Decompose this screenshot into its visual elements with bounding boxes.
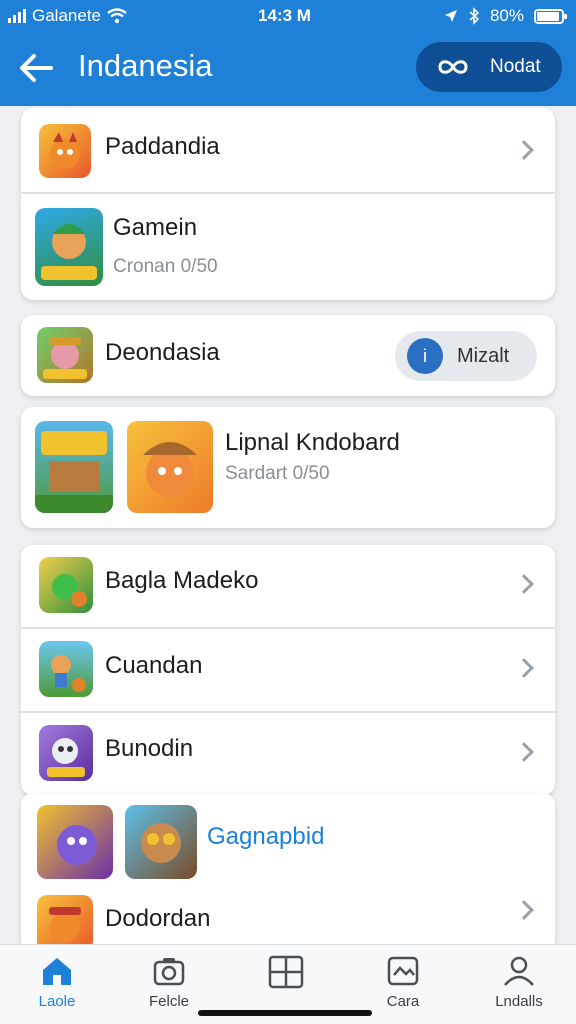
info-icon: i [407, 338, 443, 374]
list-item[interactable]: Bunodin [21, 713, 555, 795]
app-title: Cuandan [105, 652, 203, 679]
list-item[interactable]: Deondasia i Mizalt [21, 315, 555, 396]
battery-icon [534, 8, 567, 24]
app-thumbnail [37, 805, 113, 879]
battery-percent: 80% [489, 6, 524, 25]
nav-label: Lndalls [495, 993, 543, 1010]
app-title: Bagla Madeko [105, 567, 259, 594]
app-progress-text: Cronan 0/50 [113, 256, 218, 277]
grid-icon [268, 955, 304, 989]
app-card: Deondasia i Mizalt [21, 315, 555, 396]
app-progress-text: Sardart 0/50 [225, 463, 330, 484]
bluetooth-icon [469, 7, 480, 25]
nav-item-camera[interactable]: Felcle [124, 955, 214, 1010]
app-thumbnail [39, 641, 93, 697]
page-title: Indanesia [78, 48, 213, 83]
app-title: Lipnal Kndobard [225, 429, 400, 456]
arrow-left-icon [20, 54, 53, 82]
chevron-right-icon [514, 658, 534, 678]
app-thumbnail [39, 124, 91, 178]
list-item[interactable]: Lipnal Kndobard Sardart 0/50 [21, 407, 555, 528]
back-button[interactable] [14, 46, 58, 90]
app-header: Galanete 14:3 M 80% Indanesia Nodat [0, 0, 576, 106]
camera-icon [153, 958, 185, 986]
chevron-right-icon [514, 742, 534, 762]
gallery-icon [387, 956, 419, 986]
list-item[interactable]: Dodordan [21, 881, 555, 953]
app-title: Gamein [113, 214, 198, 241]
nav-label: Cara [386, 993, 420, 1010]
nav-item-profile[interactable]: Lndalls [474, 955, 564, 1010]
app-thumbnail [125, 805, 197, 879]
home-indicator[interactable] [198, 1010, 372, 1016]
app-card: Paddandia Gamein Cronan 0/50 [21, 108, 555, 300]
nav-label: Laole [38, 993, 76, 1010]
install-button-label: Mizalt [457, 344, 510, 367]
chevron-right-icon [514, 900, 534, 920]
app-thumbnail [127, 421, 213, 513]
carrier-label: Galanete [32, 6, 101, 25]
header-action-button[interactable]: Nodat [416, 42, 562, 92]
nav-item-home[interactable]: Laole [12, 955, 102, 1010]
list-item[interactable]: Cuandan [21, 629, 555, 711]
home-icon [43, 958, 71, 985]
app-thumbnail [35, 421, 113, 513]
signal-icon [8, 9, 26, 23]
list-item[interactable]: Paddandia [21, 108, 555, 192]
infinity-icon [438, 60, 468, 74]
chevron-right-icon [514, 574, 534, 594]
profile-icon [504, 956, 534, 986]
app-card: Lipnal Kndobard Sardart 0/50 [21, 407, 555, 528]
wifi-icon [107, 8, 127, 24]
app-card: Gagnapbid Dodordan [21, 793, 555, 953]
app-thumbnail [39, 557, 93, 613]
list-item[interactable]: Gagnapbid [21, 793, 555, 881]
chevron-right-icon [514, 140, 534, 160]
nav-label: Felcle [148, 993, 189, 1010]
nav-item-gallery[interactable]: Cara [358, 955, 448, 1010]
app-title: Deondasia [105, 339, 220, 366]
list-item[interactable]: Gamein Cronan 0/50 [21, 194, 555, 300]
app-thumbnail [39, 725, 93, 781]
app-thumbnail [35, 208, 103, 286]
app-title: Bunodin [105, 735, 194, 762]
app-card: Bagla Madeko Cuandan Bunodin [21, 545, 555, 795]
header-action-label: Nodat [490, 56, 541, 77]
app-thumbnail [37, 895, 93, 951]
status-time: 14:3 M [258, 6, 311, 25]
app-thumbnail [37, 327, 93, 383]
status-bar: Galanete 14:3 M 80% [0, 0, 576, 32]
app-title: Paddandia [105, 133, 220, 160]
install-button[interactable]: i Mizalt [395, 331, 537, 381]
app-title: Gagnapbid [207, 823, 325, 850]
list-item[interactable]: Bagla Madeko [21, 545, 555, 627]
nav-item-grid[interactable] [241, 955, 331, 995]
app-title: Dodordan [105, 905, 211, 932]
location-icon [444, 10, 457, 22]
